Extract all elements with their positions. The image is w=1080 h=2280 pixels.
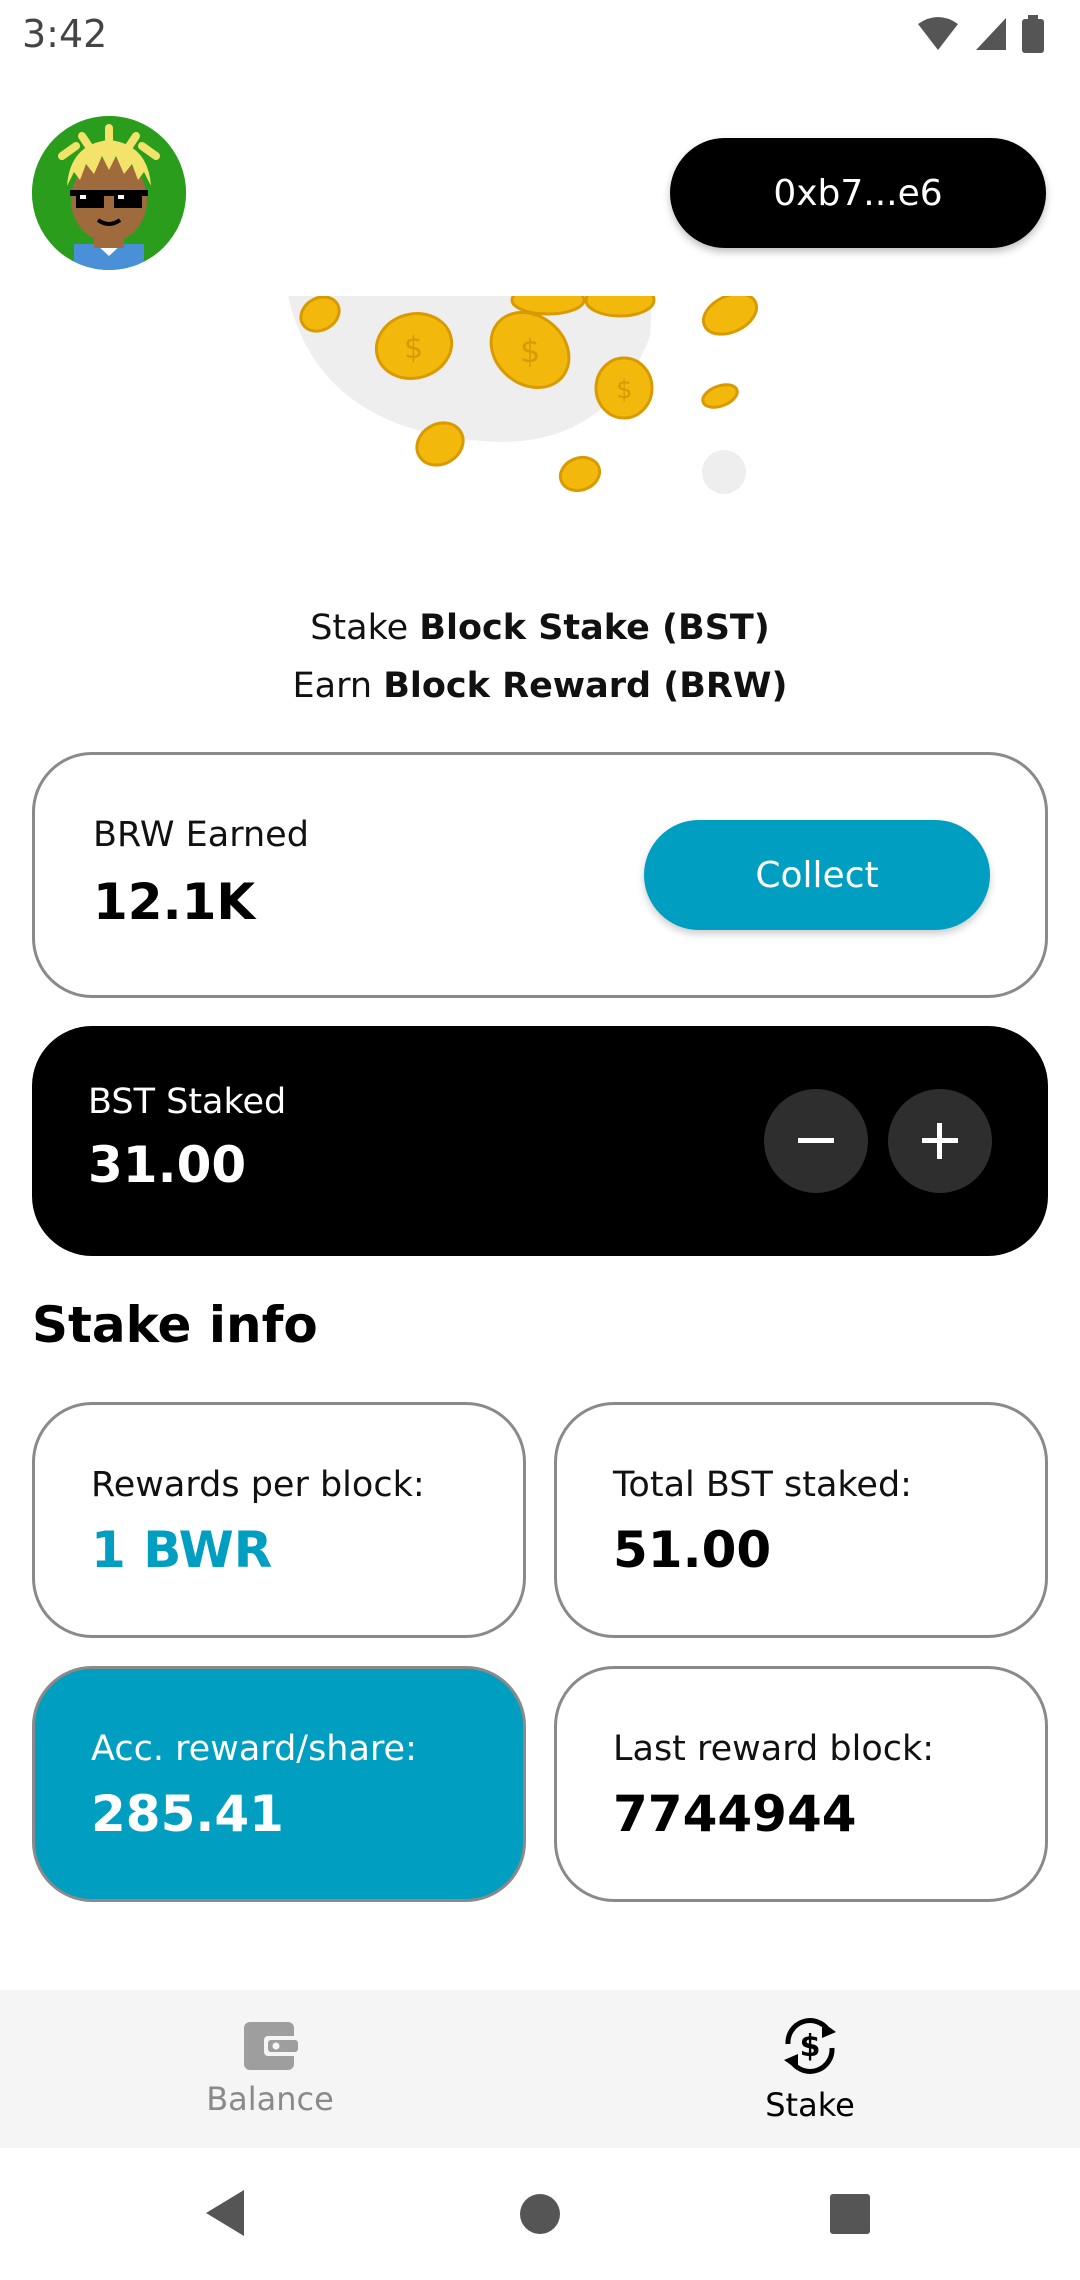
wallet-icon: [244, 2022, 298, 2070]
nav-label-stake: Stake: [765, 2086, 855, 2124]
earned-value: 12.1K: [93, 873, 256, 931]
svg-text:$: $: [404, 331, 423, 366]
staked-value: 31.00: [88, 1136, 247, 1194]
stake-token-name: Block Stake (BST): [419, 608, 770, 648]
system-navigation-bar: [0, 2148, 1080, 2280]
status-time: 3:42: [22, 12, 108, 56]
staked-card: BST Staked 31.00: [32, 1026, 1048, 1256]
coins-illustration: $ $ $: [280, 282, 800, 516]
wallet-address-button[interactable]: 0xb7...e6: [670, 138, 1046, 248]
signal-icon: [976, 18, 1006, 50]
last-reward-block-label: Last reward block:: [613, 1729, 935, 1769]
svg-text:$: $: [616, 375, 633, 405]
battery-icon: [1022, 15, 1044, 53]
avatar-image: [32, 116, 186, 270]
svg-text:$: $: [520, 332, 540, 370]
wifi-icon: [918, 17, 958, 50]
stake-info-title: Stake info: [32, 1296, 318, 1354]
recents-icon[interactable]: [828, 2192, 872, 2236]
acc-reward-share-value: 285.41: [91, 1785, 284, 1843]
minus-icon: [798, 1138, 834, 1143]
total-staked-value: 51.00: [613, 1521, 772, 1579]
rewards-per-block-value: 1 BWR: [91, 1521, 273, 1579]
status-bar: 3:42: [0, 0, 1080, 70]
nav-label-balance: Balance: [206, 2080, 334, 2118]
unstake-button[interactable]: [764, 1089, 868, 1193]
last-reward-block-card: Last reward block: 7744944: [554, 1666, 1048, 1902]
earned-label: BRW Earned: [93, 815, 309, 855]
rewards-per-block-card: Rewards per block: 1 BWR: [32, 1402, 526, 1638]
earn-line: Earn Block Reward (BRW): [0, 666, 1080, 706]
stake-icon: $: [784, 2018, 836, 2074]
stake-line: Stake Block Stake (BST): [0, 608, 1080, 648]
svg-text:$: $: [800, 2029, 821, 2064]
total-staked-card: Total BST staked: 51.00: [554, 1402, 1048, 1638]
nav-item-balance[interactable]: Balance: [0, 1990, 540, 2148]
avatar[interactable]: [32, 116, 186, 270]
earn-token-name: Block Reward (BRW): [383, 666, 788, 706]
plus-icon: [922, 1123, 958, 1159]
total-staked-label: Total BST staked:: [613, 1465, 912, 1505]
bottom-navigation: Balance $ Stake: [0, 1990, 1080, 2148]
back-icon[interactable]: [204, 2188, 248, 2238]
last-reward-block-value: 7744944: [613, 1785, 857, 1843]
acc-reward-share-label: Acc. reward/share:: [91, 1729, 417, 1769]
collect-button[interactable]: Collect: [644, 820, 990, 930]
staked-label: BST Staked: [88, 1082, 287, 1122]
coins-icon: $ $ $: [288, 282, 758, 494]
home-icon[interactable]: [518, 2192, 562, 2236]
rewards-per-block-label: Rewards per block:: [91, 1465, 425, 1505]
nav-item-stake[interactable]: $ Stake: [540, 1990, 1080, 2148]
stake-more-button[interactable]: [888, 1089, 992, 1193]
stake-prefix: Stake: [310, 608, 409, 648]
earn-prefix: Earn: [292, 666, 373, 706]
status-icons: [916, 14, 1044, 54]
acc-reward-share-card: Acc. reward/share: 285.41: [32, 1666, 526, 1902]
